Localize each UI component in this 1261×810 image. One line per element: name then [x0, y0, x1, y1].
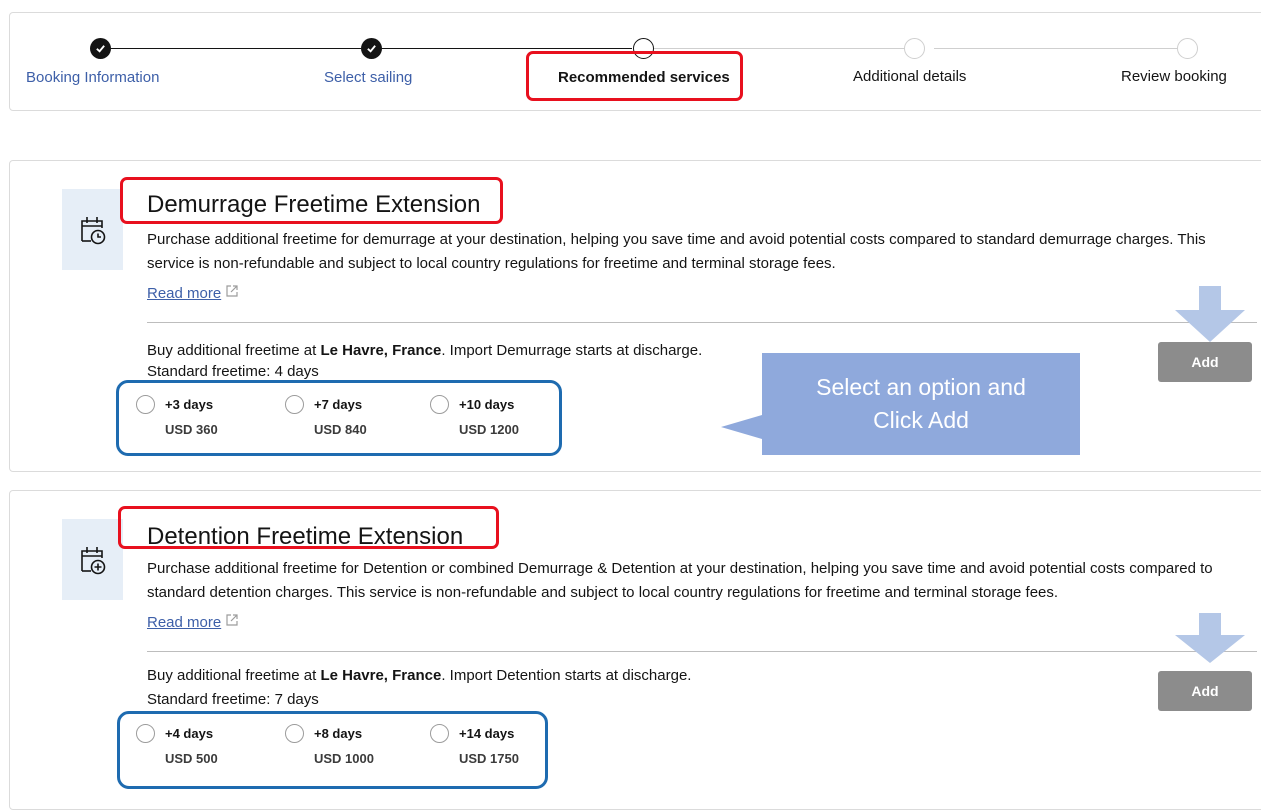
option-radio[interactable]: [285, 724, 304, 743]
add-detention-button[interactable]: Add: [1158, 671, 1252, 711]
option-radio[interactable]: [430, 724, 449, 743]
purchase-info-prefix: Buy additional freetime at: [147, 342, 321, 359]
calendar-plus-icon: [62, 519, 123, 600]
step-additional-details: Additional details: [853, 68, 967, 85]
step-review-booking: Review booking: [1121, 68, 1227, 85]
read-more-link[interactable]: Read more: [147, 284, 239, 302]
purchase-info: Buy additional freetime at Le Havre, Fra…: [147, 667, 691, 684]
option-price: USD 1200: [459, 422, 519, 437]
read-more-link[interactable]: Read more: [147, 613, 239, 631]
read-more-label: Read more: [147, 613, 222, 631]
option-price: USD 1000: [314, 751, 374, 766]
section-divider: [147, 322, 1257, 323]
option-radio[interactable]: [136, 395, 155, 414]
read-more-label: Read more: [147, 284, 222, 302]
option-days: +10 days: [459, 397, 515, 412]
calendar-clock-icon: [62, 189, 123, 270]
arrow-down-icon: [1175, 613, 1245, 663]
step-connector: [654, 48, 914, 49]
external-link-icon: [225, 284, 239, 302]
option-radio[interactable]: [285, 395, 304, 414]
service-description: Purchase additional freetime for Detenti…: [147, 560, 1213, 601]
option-radio[interactable]: [136, 724, 155, 743]
step-connector: [934, 48, 1188, 49]
callout-line-1: Select an option and: [816, 374, 1026, 400]
purchase-info: Buy additional freetime at Le Havre, Fra…: [147, 342, 702, 359]
step-4-pending-indicator: [904, 38, 925, 59]
step-connector: [382, 48, 632, 49]
option-days: +8 days: [314, 726, 363, 741]
option-radio[interactable]: [430, 395, 449, 414]
step-select-sailing[interactable]: Select sailing: [324, 69, 412, 86]
destination-location: Le Havre, France: [320, 342, 442, 359]
option-days: +7 days: [314, 397, 363, 412]
add-demurrage-button[interactable]: Add: [1158, 342, 1252, 382]
step-booking-information[interactable]: Booking Information: [26, 69, 159, 86]
section-divider: [147, 651, 1257, 652]
arrow-down-icon: [1175, 286, 1245, 342]
service-title: Demurrage Freetime Extension: [147, 191, 481, 218]
destination-location: Le Havre, France: [320, 667, 442, 684]
booking-stepper: Booking Information Select sailing Recom…: [9, 12, 1261, 111]
purchase-info-suffix: . Import Demurrage starts at discharge.: [441, 342, 703, 359]
step-recommended-services: Recommended services: [558, 69, 730, 86]
step-2-check-icon: [361, 38, 382, 59]
detention-service-card: Detention Freetime Extension Purchase ad…: [9, 490, 1261, 810]
standard-freetime: Standard freetime: 7 days: [147, 691, 319, 708]
step-5-pending-indicator: [1177, 38, 1198, 59]
instruction-callout-text: Select an option and Click Add: [762, 371, 1080, 437]
option-price: USD 1750: [459, 751, 519, 766]
external-link-icon: [225, 613, 239, 631]
option-days: +3 days: [165, 397, 214, 412]
option-days: +14 days: [459, 726, 515, 741]
option-price: USD 840: [314, 422, 367, 437]
step-1-check-icon: [90, 38, 111, 59]
step-connector: [111, 48, 361, 49]
option-days: +4 days: [165, 726, 214, 741]
callout-line-2: Click Add: [873, 407, 969, 433]
purchase-info-suffix: . Import Detention starts at discharge.: [441, 667, 692, 684]
standard-freetime: Standard freetime: 4 days: [147, 363, 319, 380]
service-description: Purchase additional freetime for demurra…: [147, 231, 1206, 272]
purchase-info-prefix: Buy additional freetime at: [147, 667, 321, 684]
option-price: USD 360: [165, 422, 218, 437]
option-price: USD 500: [165, 751, 218, 766]
step-3-current-indicator: [633, 38, 654, 59]
service-title: Detention Freetime Extension: [147, 523, 464, 550]
